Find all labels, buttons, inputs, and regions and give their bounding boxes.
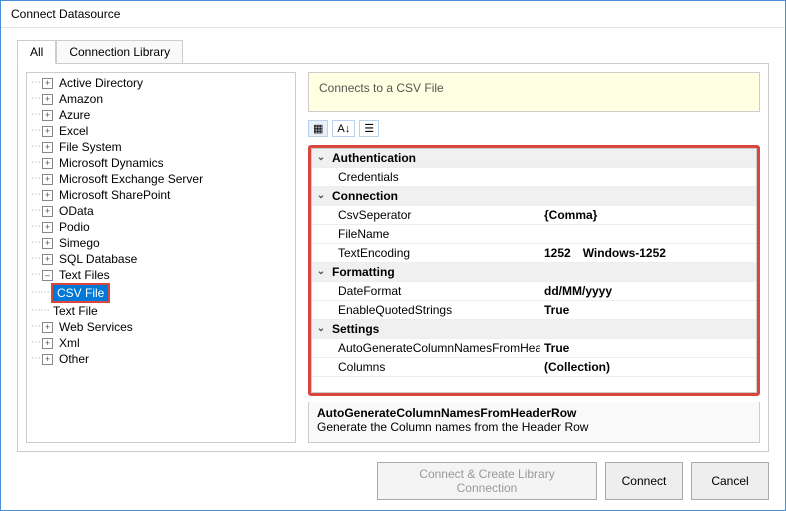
expand-icon[interactable]: + (42, 142, 53, 153)
datasource-tree[interactable]: ⋯+Active Directory ⋯+Amazon ⋯+Azure ⋯+Ex… (26, 72, 296, 443)
category-authentication[interactable]: ⌄Authentication (312, 149, 756, 168)
property-grid-highlight: ⌄Authentication Credentials ⌄Connection … (308, 145, 760, 396)
prop-enablequotedstrings[interactable]: EnableQuotedStringsTrue (312, 301, 756, 320)
expand-icon[interactable]: + (42, 126, 53, 137)
prop-filename[interactable]: FileName (312, 225, 756, 244)
chevron-down-icon: ⌄ (312, 263, 330, 281)
expand-icon[interactable]: + (42, 94, 53, 105)
prop-columns[interactable]: Columns(Collection) (312, 358, 756, 377)
category-settings[interactable]: ⌄Settings (312, 320, 756, 339)
category-formatting[interactable]: ⌄Formatting (312, 263, 756, 282)
tree-item-text-file[interactable]: ⋯⋯Text File (31, 303, 291, 319)
expand-icon[interactable]: + (42, 322, 53, 333)
expand-icon[interactable]: + (42, 254, 53, 265)
tree-item[interactable]: ⋯+Amazon (31, 91, 291, 107)
tab-connection-library[interactable]: Connection Library (56, 40, 183, 64)
category-connection[interactable]: ⌄Connection (312, 187, 756, 206)
details-panel: Connects to a CSV File ▦ A↓ ☰ ⌄Authentic… (308, 72, 760, 443)
prop-credentials[interactable]: Credentials (312, 168, 756, 187)
cancel-button[interactable]: Cancel (691, 462, 769, 500)
tree-item[interactable]: ⋯+SQL Database (31, 251, 291, 267)
main-panels: ⋯+Active Directory ⋯+Amazon ⋯+Azure ⋯+Ex… (17, 63, 769, 452)
prop-dateformat[interactable]: DateFormatdd/MM/yyyy (312, 282, 756, 301)
expand-icon[interactable]: + (42, 190, 53, 201)
expand-icon[interactable]: + (42, 206, 53, 217)
expand-icon[interactable]: + (42, 110, 53, 121)
expand-icon[interactable]: + (42, 78, 53, 89)
chevron-down-icon: ⌄ (312, 187, 330, 205)
property-help-title: AutoGenerateColumnNamesFromHeaderRow (317, 406, 751, 420)
alphabetical-button[interactable]: A↓ (332, 120, 355, 137)
prop-textencoding[interactable]: TextEncoding1252 Windows-1252 (312, 244, 756, 263)
tree-item[interactable]: ⋯+Microsoft Dynamics (31, 155, 291, 171)
tree-item[interactable]: ⋯+Active Directory (31, 75, 291, 91)
tab-all[interactable]: All (17, 40, 56, 64)
sort-az-icon: A↓ (337, 123, 350, 135)
expand-icon[interactable]: + (42, 158, 53, 169)
tree-item[interactable]: ⋯+Web Services (31, 319, 291, 335)
tree-item-csv-file[interactable]: ⋯⋯CSV File (31, 283, 291, 303)
page-icon: ☰ (364, 122, 374, 135)
dialog-window: Connect Datasource All Connection Librar… (0, 0, 786, 511)
chevron-down-icon: ⌄ (312, 320, 330, 338)
window-title: Connect Datasource (1, 1, 785, 28)
tree-item[interactable]: ⋯+OData (31, 203, 291, 219)
chevron-down-icon: ⌄ (312, 149, 330, 167)
property-help-text: Generate the Column names from the Heade… (317, 420, 751, 434)
tree-item[interactable]: ⋯+Xml (31, 335, 291, 351)
tree-item[interactable]: ⋯+Other (31, 351, 291, 367)
expand-icon[interactable]: + (42, 174, 53, 185)
tree-item[interactable]: ⋯+Microsoft Exchange Server (31, 171, 291, 187)
toolbar-button[interactable]: ☰ (359, 120, 379, 137)
dialog-buttons: Connect & Create Library Connection Conn… (17, 452, 769, 500)
prop-autogenerate[interactable]: AutoGenerateColumnNamesFromHeaderRowTrue (312, 339, 756, 358)
expand-icon[interactable]: + (42, 338, 53, 349)
connect-button[interactable]: Connect (605, 462, 683, 500)
collapse-icon[interactable]: – (42, 270, 53, 281)
expand-icon[interactable]: + (42, 238, 53, 249)
tree-item[interactable]: ⋯+Simego (31, 235, 291, 251)
tree-item[interactable]: ⋯+Excel (31, 123, 291, 139)
expand-icon[interactable]: + (42, 354, 53, 365)
connect-create-library-button: Connect & Create Library Connection (377, 462, 597, 500)
description-box: Connects to a CSV File (308, 72, 760, 112)
expand-icon[interactable]: + (42, 222, 53, 233)
tree-item[interactable]: ⋯+File System (31, 139, 291, 155)
property-help: AutoGenerateColumnNamesFromHeaderRow Gen… (308, 402, 760, 443)
tree-item-text-files[interactable]: ⋯–Text Files (31, 267, 291, 283)
tab-strip: All Connection Library (17, 40, 769, 64)
categorized-button[interactable]: ▦ (308, 120, 328, 137)
prop-csvseparator[interactable]: CsvSeperator{Comma} (312, 206, 756, 225)
categorized-icon: ▦ (313, 122, 323, 135)
tree-item[interactable]: ⋯+Podio (31, 219, 291, 235)
tree-item[interactable]: ⋯+Microsoft SharePoint (31, 187, 291, 203)
property-grid[interactable]: ⌄Authentication Credentials ⌄Connection … (311, 148, 757, 393)
dialog-content: All Connection Library ⋯+Active Director… (1, 28, 785, 510)
propertygrid-toolbar: ▦ A↓ ☰ (308, 118, 760, 139)
tree-item[interactable]: ⋯+Azure (31, 107, 291, 123)
